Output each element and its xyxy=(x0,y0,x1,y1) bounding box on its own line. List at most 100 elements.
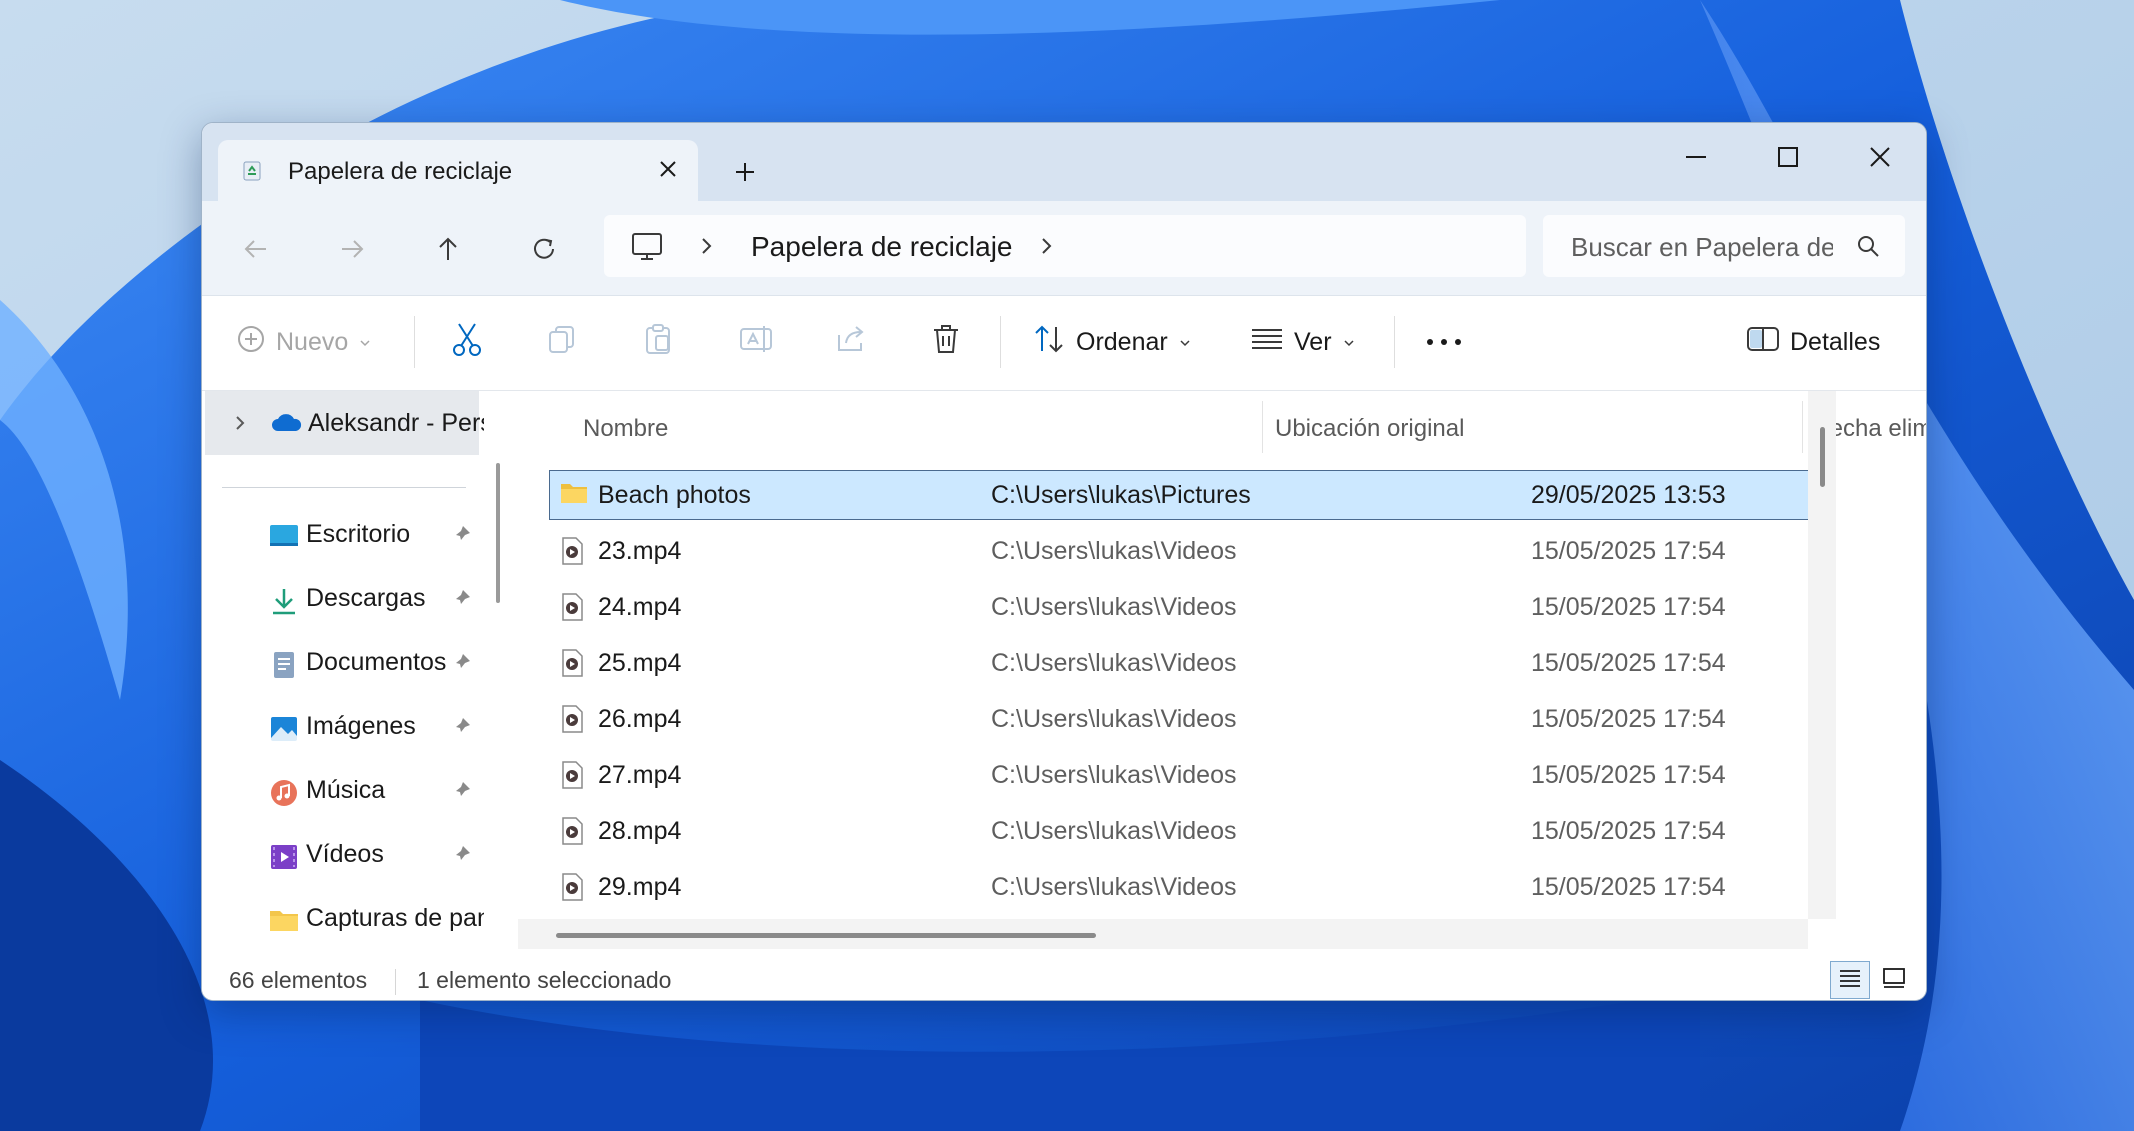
sidebar-item-desktop[interactable]: Escritorio xyxy=(202,508,484,564)
chevron-right-icon[interactable] xyxy=(233,413,247,438)
up-arrow-icon[interactable] xyxy=(430,231,466,267)
sidebar-item-videos[interactable]: Vídeos xyxy=(202,828,484,884)
close-window-icon[interactable] xyxy=(1860,137,1900,177)
search-box[interactable] xyxy=(1543,215,1905,277)
pin-icon[interactable] xyxy=(450,652,472,679)
horizontal-scrollbar[interactable] xyxy=(518,919,1808,949)
sidebar-item-label: Imágenes xyxy=(306,712,416,740)
file-row[interactable]: 29.mp4 C:\Users\lukas\Videos 15/05/2025 17… xyxy=(550,863,1808,911)
close-tab-icon[interactable] xyxy=(653,154,683,184)
pin-icon[interactable] xyxy=(450,844,472,871)
share-button[interactable] xyxy=(834,318,868,366)
copy-button[interactable] xyxy=(546,318,578,366)
file-row[interactable]: 23.mp4 C:\Users\lukas\Videos 15/05/2025 17… xyxy=(550,527,1808,575)
more-options-button[interactable] xyxy=(1422,318,1466,366)
file-deleted-date: 15/05/2025 17:54 xyxy=(1531,705,1726,733)
recycle-bin-icon xyxy=(240,158,264,187)
sidebar-item-screenshots[interactable]: Capturas de pantalla xyxy=(202,892,484,948)
new-button[interactable]: Nuevo xyxy=(236,318,372,366)
pin-icon[interactable] xyxy=(450,780,472,807)
file-original-location: C:\Users\lukas\Videos xyxy=(991,761,1237,789)
file-original-location: C:\Users\lukas\Pictures xyxy=(991,481,1251,509)
sidebar-item-label: Vídeos xyxy=(306,840,384,868)
chevron-down-icon xyxy=(1342,328,1356,357)
details-pane-button[interactable]: Detalles xyxy=(1746,318,1880,366)
back-arrow-icon[interactable] xyxy=(238,231,274,267)
details-pane-icon xyxy=(1746,324,1780,361)
sidebar-item-onedrive[interactable]: Aleksandr - Personal xyxy=(205,391,484,455)
folder-icon xyxy=(268,906,300,939)
sidebar-item-pictures[interactable]: Imágenes xyxy=(202,700,484,756)
view-button[interactable]: Ver xyxy=(1250,318,1356,366)
maximize-icon[interactable] xyxy=(1768,137,1808,177)
file-deleted-date: 15/05/2025 17:54 xyxy=(1531,817,1726,845)
chevron-right-icon[interactable] xyxy=(1036,235,1056,262)
file-deleted-date: 15/05/2025 17:54 xyxy=(1531,761,1726,789)
vertical-scrollbar-thumb[interactable] xyxy=(1820,427,1825,487)
status-bar: 66 elementos 1 elemento seleccionado xyxy=(202,961,1926,1000)
address-bar[interactable]: Papelera de reciclaje xyxy=(604,215,1526,277)
tiles-view-icon xyxy=(1882,967,1906,994)
video-file-icon xyxy=(560,761,584,794)
this-pc-icon[interactable] xyxy=(630,231,664,268)
music-icon xyxy=(268,778,300,813)
column-header-name[interactable]: Nombre xyxy=(583,415,668,443)
horizontal-scrollbar-thumb[interactable] xyxy=(556,933,1096,938)
file-row[interactable]: 26.mp4 C:\Users\lukas\Videos 15/05/2025 17… xyxy=(550,695,1808,743)
title-bar: Papelera de reciclaje xyxy=(202,123,1926,201)
video-file-icon xyxy=(560,817,584,850)
chevron-right-icon[interactable] xyxy=(696,235,716,262)
tab-recycle-bin[interactable]: Papelera de reciclaje xyxy=(218,140,698,201)
file-row[interactable]: 24.mp4 C:\Users\lukas\Videos 15/05/2025 17… xyxy=(550,583,1808,631)
file-name: 28.mp4 xyxy=(598,817,682,845)
sidebar-item-downloads[interactable]: Descargas xyxy=(202,572,484,628)
rename-button[interactable] xyxy=(738,318,774,366)
sidebar-divider xyxy=(222,487,466,488)
paste-button[interactable] xyxy=(642,318,674,366)
breadcrumb-recycle-bin[interactable]: Papelera de reciclaje xyxy=(751,231,1013,263)
file-deleted-date: 15/05/2025 17:54 xyxy=(1531,649,1726,677)
minimize-icon[interactable] xyxy=(1676,137,1716,177)
selection-count: 1 elemento seleccionado xyxy=(417,967,672,993)
vertical-scrollbar[interactable] xyxy=(1808,391,1836,919)
column-separator[interactable] xyxy=(1262,401,1263,453)
details-view-icon xyxy=(1838,967,1862,994)
chevron-down-icon xyxy=(1178,328,1192,357)
new-tab-icon[interactable] xyxy=(730,157,760,187)
sidebar-scrollbar[interactable] xyxy=(496,463,500,603)
refresh-icon[interactable] xyxy=(526,231,562,267)
desktop-icon xyxy=(268,522,300,555)
rename-icon xyxy=(738,323,774,362)
file-deleted-date: 15/05/2025 17:54 xyxy=(1531,873,1726,901)
file-deleted-date: 29/05/2025 13:53 xyxy=(1531,481,1726,509)
pin-icon[interactable] xyxy=(450,524,472,551)
documents-icon xyxy=(268,650,300,685)
delete-button[interactable] xyxy=(930,318,962,366)
details-view-button[interactable] xyxy=(1830,961,1870,999)
sidebar-item-music[interactable]: Música xyxy=(202,764,484,820)
file-deleted-date: 15/05/2025 17:54 xyxy=(1531,537,1726,565)
pin-icon[interactable] xyxy=(450,716,472,743)
column-separator[interactable] xyxy=(1802,401,1803,453)
tiles-view-button[interactable] xyxy=(1874,961,1914,999)
chevron-down-icon xyxy=(358,328,372,357)
file-row[interactable]: 25.mp4 C:\Users\lukas\Videos 15/05/2025 17… xyxy=(550,639,1808,687)
cut-button[interactable] xyxy=(450,318,484,366)
sort-button[interactable]: Ordenar xyxy=(1032,318,1192,366)
file-row[interactable]: 28.mp4 C:\Users\lukas\Videos 15/05/2025 17… xyxy=(550,807,1808,855)
file-row[interactable]: 27.mp4 C:\Users\lukas\Videos 15/05/2025 17… xyxy=(550,751,1808,799)
paste-icon xyxy=(642,322,674,363)
forward-arrow-icon[interactable] xyxy=(334,231,370,267)
status-divider xyxy=(395,969,396,995)
search-icon[interactable] xyxy=(1855,233,1881,264)
file-name: 29.mp4 xyxy=(598,873,682,901)
pin-icon[interactable] xyxy=(450,588,472,615)
sidebar-item-label: Capturas de pantalla xyxy=(306,904,484,932)
file-row[interactable]: Beach photos C:\Users\lukas\Pictures 29/05… xyxy=(549,470,1809,520)
sidebar-item-documents[interactable]: Documentos xyxy=(202,636,484,692)
column-header-location[interactable]: Ubicación original xyxy=(1275,415,1464,443)
copy-icon xyxy=(546,323,578,362)
sidebar-item-label: Descargas xyxy=(306,584,426,612)
navigation-bar: Papelera de reciclaje xyxy=(202,201,1926,296)
search-input[interactable] xyxy=(1569,228,1835,266)
